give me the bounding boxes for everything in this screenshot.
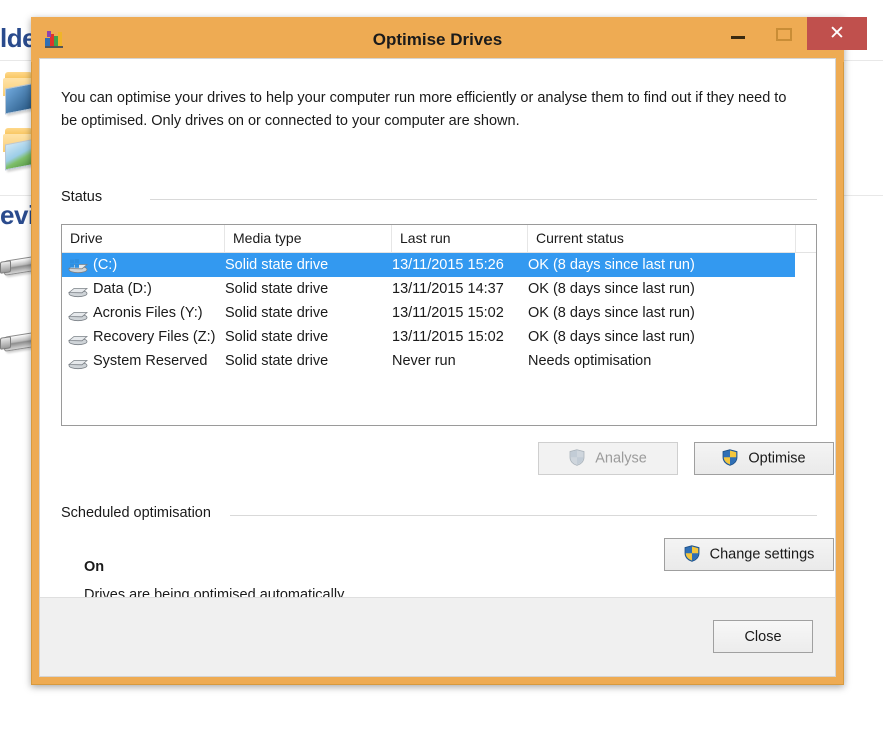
column-header-spacer[interactable] [796, 225, 816, 252]
drives-list-body: (C:) Solid state drive 13/11/2015 15:26 … [62, 253, 816, 373]
drive-icon [68, 306, 88, 321]
cell-current-status: OK (8 days since last run) [528, 325, 798, 349]
drives-list[interactable]: Drive Media type Last run Current status [61, 224, 817, 426]
close-window-button[interactable]: ✕ [807, 17, 867, 50]
close-icon: ✕ [829, 23, 845, 44]
cell-current-status: OK (8 days since last run) [528, 253, 798, 277]
dialog-client-area: You can optimise your drives to help you… [39, 58, 836, 677]
cell-media-type: Solid state drive [225, 349, 385, 373]
cell-media-type: Solid state drive [225, 277, 385, 301]
close-button[interactable]: Close [713, 620, 813, 653]
analyse-button[interactable]: Analyse [538, 442, 678, 475]
column-header-last-run[interactable]: Last run [392, 225, 528, 252]
cell-media-type: Solid state drive [225, 253, 385, 277]
scheduled-group-label: Scheduled optimisation [61, 505, 220, 521]
system-drive-icon [68, 258, 88, 273]
cell-drive: Recovery Files (Z:) [93, 325, 243, 349]
cell-media-type: Solid state drive [225, 301, 385, 325]
column-header-media-type[interactable]: Media type [225, 225, 392, 252]
status-group-rule [150, 199, 817, 200]
drive-icon [68, 330, 88, 345]
cell-current-status: OK (8 days since last run) [528, 277, 798, 301]
cell-drive: System Reserved [93, 349, 243, 373]
table-row[interactable]: (C:) Solid state drive 13/11/2015 15:26 … [62, 253, 795, 277]
change-settings-button-label: Change settings [710, 547, 815, 563]
uac-shield-icon [684, 545, 700, 562]
status-group-label: Status [61, 189, 111, 205]
minimise-icon [731, 36, 745, 39]
column-header-current-status[interactable]: Current status [528, 225, 796, 252]
uac-shield-icon [722, 449, 738, 466]
schedule-state: On [84, 559, 104, 575]
maximise-button[interactable] [761, 17, 807, 50]
cell-media-type: Solid state drive [225, 325, 385, 349]
cell-current-status: OK (8 days since last run) [528, 301, 798, 325]
table-row[interactable]: System Reserved Solid state drive Never … [62, 349, 816, 373]
cell-drive: Acronis Files (Y:) [93, 301, 243, 325]
cell-last-run: 13/11/2015 15:02 [392, 301, 527, 325]
scheduled-group-rule [230, 515, 817, 516]
cell-current-status: Needs optimisation [528, 349, 798, 373]
cell-last-run: 13/11/2015 15:02 [392, 325, 527, 349]
optimise-button-label: Optimise [748, 451, 805, 467]
dialog-footer: Close [40, 597, 835, 676]
change-settings-button[interactable]: Change settings [664, 538, 834, 571]
drive-icon [68, 354, 88, 369]
uac-shield-icon [569, 449, 585, 466]
cell-drive: Data (D:) [93, 277, 243, 301]
maximise-icon [776, 28, 792, 41]
title-bar[interactable]: Optimise Drives ✕ [31, 17, 844, 62]
drive-icon [68, 282, 88, 297]
column-header-drive[interactable]: Drive [62, 225, 225, 252]
cell-last-run: 13/11/2015 14:37 [392, 277, 527, 301]
list-column-headers[interactable]: Drive Media type Last run Current status [62, 225, 816, 253]
optimise-button[interactable]: Optimise [694, 442, 834, 475]
analyse-button-label: Analyse [595, 451, 647, 467]
cell-last-run: 13/11/2015 15:26 [392, 253, 527, 277]
table-row[interactable]: Acronis Files (Y:) Solid state drive 13/… [62, 301, 816, 325]
minimise-button[interactable] [715, 17, 761, 50]
cell-drive: (C:) [93, 253, 243, 277]
cell-last-run: Never run [392, 349, 527, 373]
table-row[interactable]: Data (D:) Solid state drive 13/11/2015 1… [62, 277, 816, 301]
optimise-drives-dialog: Optimise Drives ✕ You can optimise your … [31, 17, 844, 685]
intro-text: You can optimise your drives to help you… [61, 87, 801, 134]
table-row[interactable]: Recovery Files (Z:) Solid state drive 13… [62, 325, 816, 349]
